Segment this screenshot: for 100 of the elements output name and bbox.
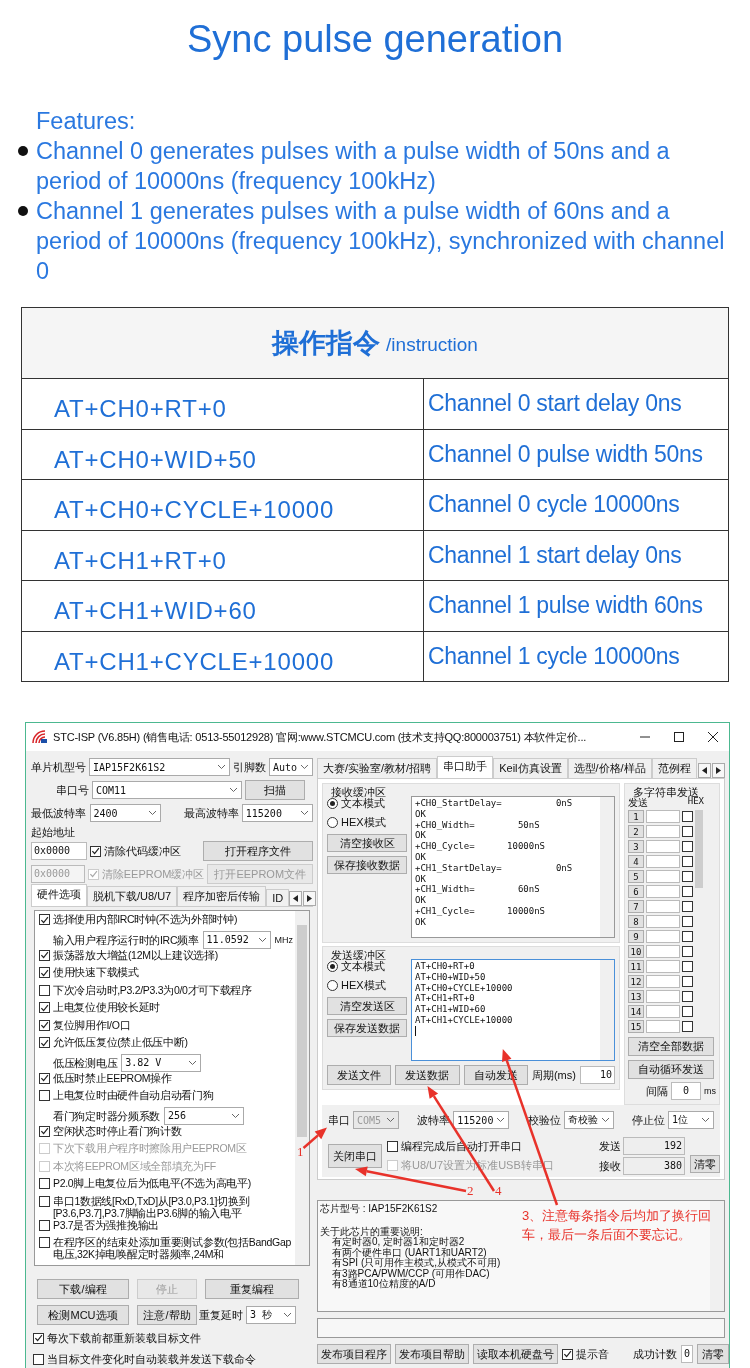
button[interactable]: 发布项目帮助 <box>395 1344 469 1364</box>
checkbox[interactable] <box>682 961 693 972</box>
radio-button[interactable] <box>327 980 338 991</box>
input-field[interactable] <box>646 930 680 943</box>
checkbox[interactable] <box>39 1019 50 1031</box>
checkbox[interactable] <box>39 1090 50 1101</box>
dropdown[interactable]: 256 <box>164 1106 244 1125</box>
dropdown[interactable]: 11.0592 <box>202 930 271 949</box>
input-field[interactable] <box>646 870 680 883</box>
button[interactable]: 1 <box>628 810 644 823</box>
input-field[interactable] <box>646 1005 680 1018</box>
button[interactable]: 打开程序文件 <box>203 841 313 861</box>
dropdown[interactable]: COM11 <box>92 781 242 799</box>
button[interactable]: 关闭串口 <box>328 1144 382 1168</box>
input-field[interactable]: 380 <box>623 1157 685 1175</box>
button[interactable]: 清零 <box>697 1344 730 1364</box>
tab[interactable]: 硬件选项 <box>31 884 87 906</box>
button[interactable]: 重复编程 <box>205 1279 299 1299</box>
button[interactable]: 清零 <box>690 1155 720 1173</box>
radio-button[interactable] <box>327 798 338 809</box>
button[interactable]: 13 <box>628 990 644 1003</box>
button[interactable]: 发布项目程序 <box>317 1344 391 1364</box>
tab[interactable]: ID <box>266 889 290 906</box>
text-area[interactable]: +CH0_StartDelay= 0nS OK +CH0_Width= 50nS OK +CH0_Cycle= 10000nS OK +CH1_StartDelay= 0nS OK +CH1_Width= 60nS OK +CH1_Cycle= 10000nS OK <box>411 796 615 938</box>
tab[interactable]: 程序加密后传输 <box>177 886 267 906</box>
checkbox[interactable] <box>682 886 693 897</box>
button[interactable]: 6 <box>628 885 644 898</box>
checkbox[interactable] <box>39 914 50 925</box>
checkbox[interactable] <box>682 1006 693 1017</box>
checkbox[interactable] <box>39 984 50 996</box>
tab[interactable]: 脱机下载/U8/U7 <box>87 886 178 906</box>
button[interactable]: 发送数据 <box>395 1065 460 1085</box>
input-field[interactable] <box>646 900 680 913</box>
checkbox[interactable] <box>682 856 693 867</box>
button[interactable]: 保存接收数据 <box>327 856 407 874</box>
dropdown[interactable]: IAP15F2K61S2 <box>89 758 230 776</box>
checkbox[interactable] <box>682 901 693 912</box>
tab[interactable]: 大赛/实验室/教材/招聘 <box>317 758 438 778</box>
button[interactable]: 7 <box>628 900 644 913</box>
checkbox[interactable] <box>90 845 101 857</box>
checkbox[interactable] <box>39 1219 50 1231</box>
button[interactable]: 11 <box>628 960 644 973</box>
checkbox[interactable] <box>682 811 693 822</box>
button[interactable]: 保存发送数据 <box>327 1019 407 1037</box>
checkbox[interactable] <box>682 826 693 837</box>
dropdown[interactable]: Auto <box>269 758 313 776</box>
scrollbar[interactable] <box>600 797 614 937</box>
checkbox[interactable] <box>682 871 693 882</box>
scrollbar[interactable] <box>710 1201 724 1311</box>
button[interactable]: 5 <box>628 870 644 883</box>
button[interactable]: 12 <box>628 975 644 988</box>
dropdown[interactable]: 3 秒 <box>246 1306 296 1324</box>
tab[interactable]: Keil仿真设置 <box>493 758 568 778</box>
checkbox[interactable] <box>39 1072 50 1084</box>
button[interactable]: 8 <box>628 915 644 928</box>
checkbox[interactable] <box>39 1002 50 1013</box>
input-field[interactable] <box>646 810 680 823</box>
input-field[interactable] <box>646 960 680 973</box>
button[interactable]: 发送文件 <box>327 1065 392 1085</box>
input-field[interactable] <box>646 945 680 958</box>
checkbox[interactable] <box>682 1021 693 1032</box>
checkbox[interactable] <box>39 1125 50 1137</box>
checkbox[interactable] <box>682 841 693 852</box>
input-field[interactable] <box>646 915 680 928</box>
button[interactable]: 下载/编程 <box>37 1279 129 1299</box>
input-field[interactable] <box>646 885 680 898</box>
dropdown[interactable]: 2400 <box>89 804 161 822</box>
button[interactable]: 读取本机硬盘号 <box>473 1344 558 1364</box>
tab[interactable]: 串口助手 <box>437 756 494 778</box>
input-field[interactable]: 0 <box>681 1345 694 1363</box>
tab[interactable]: 选型/价格/样品 <box>567 758 652 778</box>
dropdown[interactable]: 115200 <box>241 804 313 822</box>
checkbox[interactable] <box>682 976 693 987</box>
checkbox[interactable] <box>39 1037 50 1048</box>
checkbox[interactable] <box>682 931 693 942</box>
input-field[interactable] <box>646 855 680 868</box>
dropdown[interactable]: 1位 <box>667 1111 714 1129</box>
input-field[interactable]: 192 <box>623 1137 685 1155</box>
checkbox[interactable] <box>682 916 693 927</box>
checkbox[interactable] <box>39 1195 50 1207</box>
button[interactable]: 清空全部数据 <box>628 1037 714 1056</box>
button[interactable]: 9 <box>628 930 644 943</box>
button[interactable]: 15 <box>628 1020 644 1033</box>
input-field[interactable] <box>646 840 680 853</box>
radio-button[interactable] <box>327 817 338 828</box>
scroll-left-button[interactable] <box>698 763 711 778</box>
button[interactable]: 2 <box>628 825 644 838</box>
dropdown[interactable]: 3.82 V <box>121 1053 202 1072</box>
checkbox[interactable] <box>562 1348 573 1360</box>
scrollbar[interactable] <box>295 911 309 1265</box>
checkbox[interactable] <box>387 1141 398 1152</box>
input-field[interactable]: 0x0000 <box>31 842 87 860</box>
scroll-right-button[interactable] <box>712 763 725 778</box>
button[interactable]: 14 <box>628 1005 644 1018</box>
input-field[interactable]: 10 <box>579 1066 615 1084</box>
button[interactable]: 10 <box>628 945 644 958</box>
input-field[interactable]: 0 <box>671 1082 701 1100</box>
text-area[interactable]: AT+CH0+RT+0 AT+CH0+WID+50 AT+CH0+CYCLE+10000 AT+CH1+RT+0 AT+CH1+WID+60 AT+CH1+CYCLE+10000 <box>411 959 615 1061</box>
dropdown[interactable]: 115200 <box>453 1111 510 1129</box>
input-field[interactable] <box>646 990 680 1003</box>
